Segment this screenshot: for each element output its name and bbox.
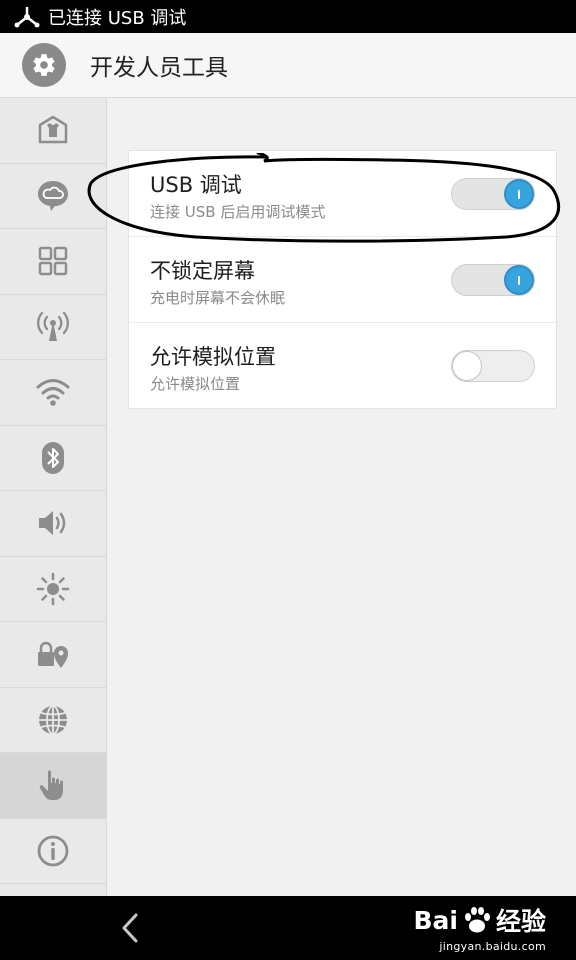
- sidebar-item-bluetooth[interactable]: [0, 426, 106, 491]
- page-title: 开发人员工具: [90, 55, 228, 81]
- baidu-jingyan-watermark: Bai 经验 jingyan.baidu.com: [413, 902, 546, 954]
- apps-grid-icon: [38, 247, 68, 276]
- setting-row-usb-debugging[interactable]: USB 调试 连接 USB 后启用调试模式: [129, 151, 556, 237]
- sidebar-item-display[interactable]: [0, 557, 106, 622]
- watermark-brand-2: 经验: [495, 907, 546, 936]
- sidebar-item-apps[interactable]: [0, 229, 106, 295]
- setting-row-stay-awake[interactable]: 不锁定屏幕 充电时屏幕不会休眠: [129, 237, 556, 323]
- status-bar: 已连接 USB 调试: [0, 0, 576, 33]
- brightness-icon: [36, 572, 70, 605]
- wifi-icon: [36, 379, 70, 407]
- sidebar-item-sound[interactable]: [0, 491, 106, 557]
- toggle-knob: [504, 265, 534, 295]
- toggle-knob: [504, 179, 534, 209]
- sidebar-item-about[interactable]: [0, 819, 106, 884]
- watermark-site: jingyan.baidu.com: [439, 940, 546, 953]
- developer-settings-card: USB 调试 连接 USB 后启用调试模式 不锁定屏幕 充电时屏幕不会休眠 允许…: [128, 150, 557, 409]
- watermark-brand: Bai: [413, 905, 458, 935]
- sidebar-item-developer[interactable]: [0, 753, 106, 819]
- antenna-signal-icon: [37, 311, 69, 341]
- status-text: 已连接 USB 调试: [48, 7, 187, 29]
- stay-awake-toggle[interactable]: [451, 264, 535, 296]
- gear-icon: [22, 43, 66, 87]
- sidebar: [0, 98, 107, 896]
- sidebar-item-theme[interactable]: [0, 98, 106, 164]
- cloud-bubble-icon: [38, 180, 68, 211]
- lock-location-icon: [38, 642, 68, 669]
- setting-description: 允许模拟位置: [150, 375, 241, 393]
- setting-label: USB 调试: [150, 173, 242, 197]
- sidebar-item-wifi[interactable]: [0, 360, 106, 426]
- setting-label: 允许模拟位置: [150, 345, 276, 369]
- volume-icon: [39, 511, 66, 536]
- globe-icon: [39, 704, 67, 735]
- sidebar-item-signal[interactable]: [0, 295, 106, 360]
- usb-debugging-toggle[interactable]: [451, 178, 535, 210]
- sidebar-item-security-location[interactable]: [0, 622, 106, 688]
- baidu-paw-icon: [464, 907, 490, 933]
- hand-touch-icon: [39, 770, 63, 801]
- navigation-bar: Bai 经验 jingyan.baidu.com: [0, 896, 576, 960]
- setting-description: 充电时屏幕不会休眠: [150, 289, 286, 307]
- usb-icon: [14, 6, 40, 27]
- app-header: 开发人员工具: [0, 33, 576, 98]
- mock-location-toggle[interactable]: [451, 350, 535, 382]
- sidebar-item-cloud[interactable]: [0, 164, 106, 229]
- theme-shirt-icon: [38, 116, 68, 144]
- info-icon: [37, 835, 69, 867]
- back-arrow-icon[interactable]: [116, 910, 146, 946]
- setting-label: 不锁定屏幕: [150, 259, 255, 283]
- setting-description: 连接 USB 后启用调试模式: [150, 203, 326, 221]
- setting-row-mock-location[interactable]: 允许模拟位置 允许模拟位置: [129, 323, 556, 408]
- bluetooth-icon: [42, 441, 64, 474]
- toggle-knob: [452, 351, 482, 381]
- sidebar-item-language[interactable]: [0, 688, 106, 753]
